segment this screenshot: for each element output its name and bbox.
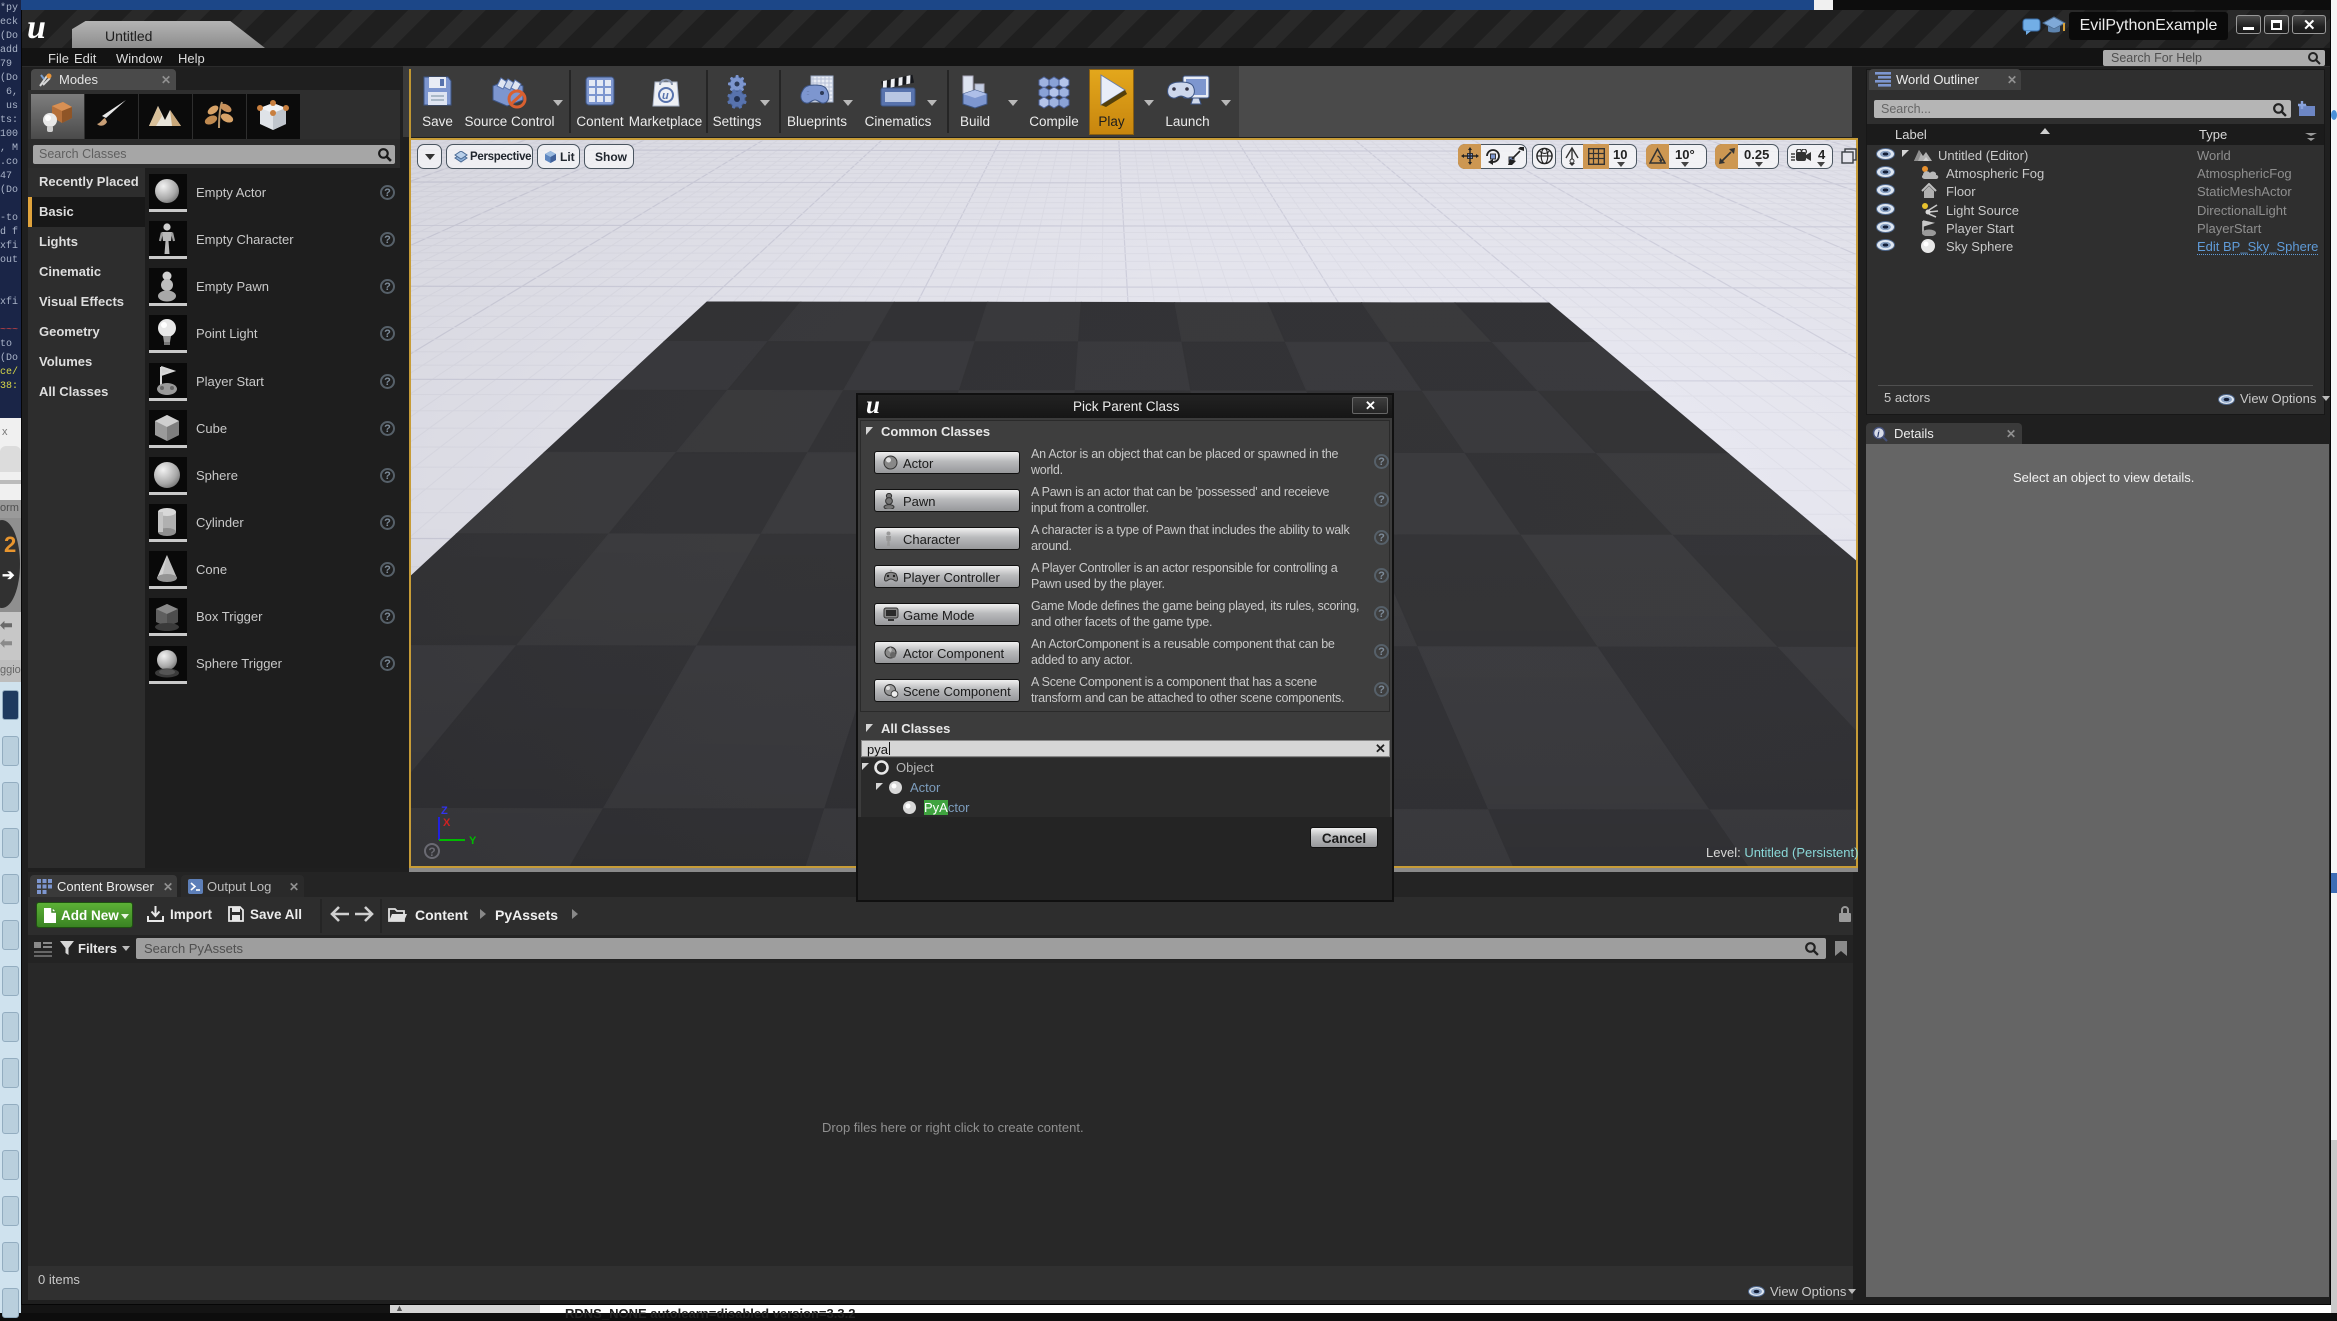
svg-text:X: X xyxy=(443,817,451,829)
svg-text:u: u xyxy=(662,90,669,102)
svg-text:Z: Z xyxy=(441,805,448,817)
svg-text:Y: Y xyxy=(469,835,477,847)
